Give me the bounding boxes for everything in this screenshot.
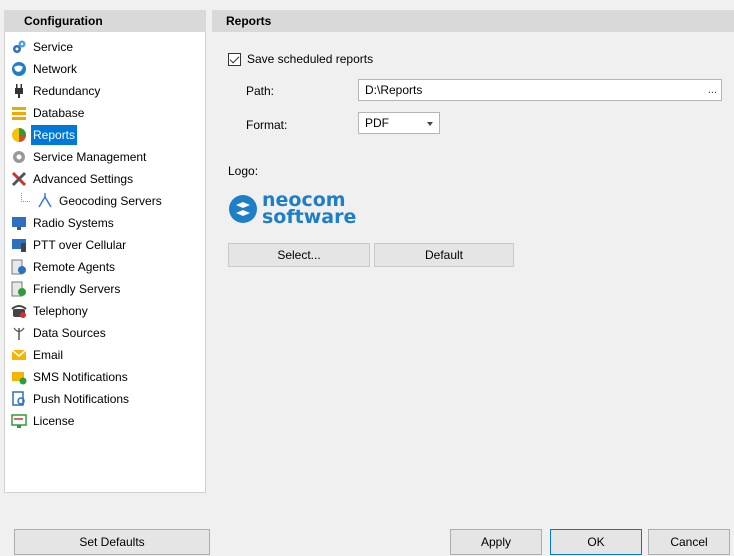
sidebar-item-label: PTT over Cellular <box>33 238 127 252</box>
reports-panel: Save scheduled reports Path: D:\Reports … <box>212 32 734 493</box>
path-input[interactable]: D:\Reports ... <box>358 79 722 101</box>
globe-icon <box>11 61 27 77</box>
sidebar-item-data-sources[interactable]: Data Sources <box>11 323 108 343</box>
sidebar-item-label: Redundancy <box>33 84 101 98</box>
antenna-icon <box>11 325 27 341</box>
sidebar-item-sms-notifications[interactable]: SMS Notifications <box>11 367 130 387</box>
sms-icon <box>11 369 27 385</box>
sidebar-item-reports[interactable]: Reports <box>11 125 78 145</box>
sidebar-item-label: Push Notifications <box>33 392 130 406</box>
save-scheduled-reports-checkbox[interactable] <box>228 52 241 66</box>
tree-connector <box>21 193 30 202</box>
save-scheduled-reports-row[interactable]: Save scheduled reports <box>228 52 373 66</box>
sidebar-item-label: Service <box>33 40 74 54</box>
logo-text: neocom software <box>262 191 357 228</box>
license-icon <box>11 413 27 429</box>
sidebar-item-label: Telephony <box>33 304 88 318</box>
select-logo-button[interactable]: Select... <box>228 243 370 267</box>
configuration-tree[interactable]: Service Network Redundancy Database Repo… <box>4 32 206 493</box>
cancel-button[interactable]: Cancel <box>648 529 730 555</box>
sidebar-item-label: Radio Systems <box>33 216 114 230</box>
sidebar-item-advanced-settings[interactable]: Advanced Settings <box>11 169 135 189</box>
chevron-down-icon <box>427 122 433 126</box>
neocom-logo-icon <box>229 195 257 223</box>
sidebar-item-telephony[interactable]: Telephony <box>11 301 90 321</box>
format-label: Format: <box>246 118 288 132</box>
sidebar-item-service[interactable]: Service <box>11 37 75 57</box>
sidebar-item-label: Data Sources <box>33 326 106 340</box>
sidebar-item-license[interactable]: License <box>11 411 76 431</box>
gears-icon <box>11 39 27 55</box>
path-value: D:\Reports <box>365 83 423 97</box>
sidebar-item-redundancy[interactable]: Redundancy <box>11 81 102 101</box>
sidebar-item-label: Database <box>33 106 85 120</box>
sidebar-item-radio-systems[interactable]: Radio Systems <box>11 213 116 233</box>
ok-button[interactable]: OK <box>550 529 642 555</box>
sidebar-item-push-notifications[interactable]: Push Notifications <box>11 389 131 409</box>
reports-icon <box>11 127 27 143</box>
cellular-icon <box>11 237 27 253</box>
sidebar-item-geocoding-servers[interactable]: Geocoding Servers <box>21 191 164 211</box>
logo-label: Logo: <box>228 164 259 178</box>
servers-icon <box>11 281 27 297</box>
sidebar-item-label: Advanced Settings <box>33 172 134 186</box>
logo-preview: neocom software <box>228 191 357 228</box>
sidebar-item-remote-agents[interactable]: Remote Agents <box>11 257 117 277</box>
format-value: PDF <box>365 116 389 130</box>
telephone-icon <box>11 303 27 319</box>
sidebar-item-database[interactable]: Database <box>11 103 86 123</box>
sidebar-item-service-management[interactable]: Service Management <box>11 147 148 167</box>
gear-icon <box>11 149 27 165</box>
sidebar-item-label: License <box>33 414 75 428</box>
agents-icon <box>11 259 27 275</box>
logo-line-2: software <box>262 206 357 228</box>
geocoding-icon <box>37 193 53 209</box>
sidebar-item-friendly-servers[interactable]: Friendly Servers <box>11 279 122 299</box>
format-select[interactable]: PDF <box>358 112 440 134</box>
path-label: Path: <box>246 84 275 98</box>
database-icon <box>11 105 27 121</box>
sidebar-item-label: SMS Notifications <box>33 370 128 384</box>
set-defaults-button[interactable]: Set Defaults <box>14 529 210 555</box>
push-icon <box>11 391 27 407</box>
plug-icon <box>11 83 27 99</box>
sidebar-item-label: Remote Agents <box>33 260 116 274</box>
default-logo-button[interactable]: Default <box>374 243 514 267</box>
page-title: Reports <box>212 10 734 32</box>
sidebar-item-label: Friendly Servers <box>33 282 121 296</box>
sidebar-item-network[interactable]: Network <box>11 59 79 79</box>
sidebar-item-label: Service Management <box>33 150 147 164</box>
monitor-icon <box>11 215 27 231</box>
envelope-icon <box>11 347 27 363</box>
browse-button[interactable]: ... <box>708 80 717 100</box>
sidebar-item-label: Email <box>33 348 64 362</box>
sidebar-item-ptt-over-cellular[interactable]: PTT over Cellular <box>11 235 128 255</box>
sidebar-item-label: Reports <box>31 125 78 145</box>
apply-button[interactable]: Apply <box>450 529 542 555</box>
sidebar-item-email[interactable]: Email <box>11 345 65 365</box>
save-scheduled-reports-label: Save scheduled reports <box>247 52 374 66</box>
sidebar-item-label: Network <box>33 62 78 76</box>
tools-icon <box>11 171 27 187</box>
sidebar-item-label: Geocoding Servers <box>59 194 162 208</box>
configuration-header: Configuration <box>4 10 206 32</box>
